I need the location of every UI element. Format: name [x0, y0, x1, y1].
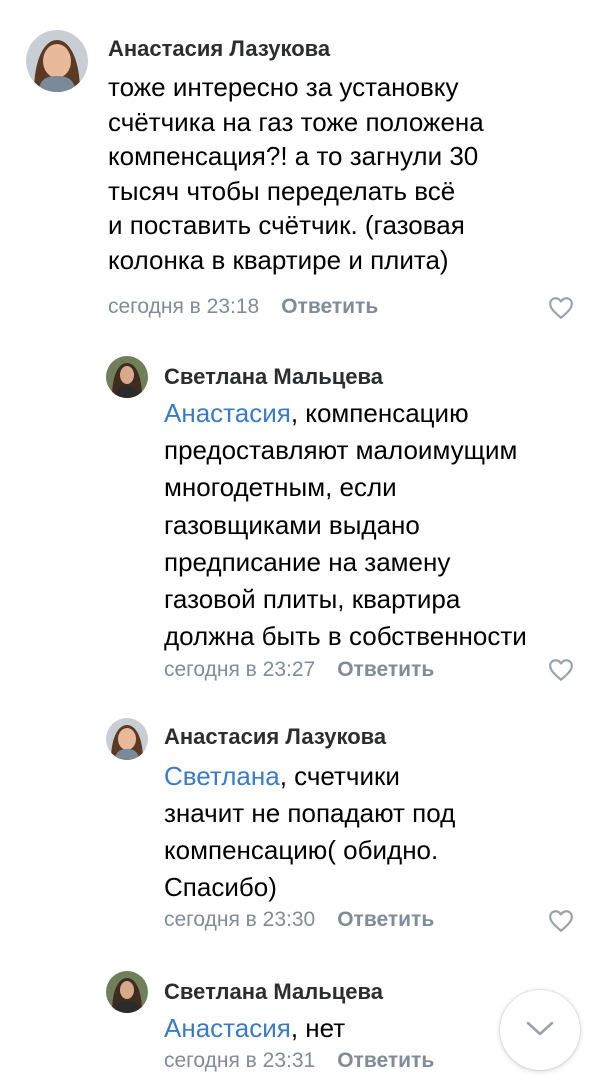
comment-text-line: тысяч чтобы переделать всё	[108, 175, 456, 206]
avatar[interactable]	[106, 356, 148, 398]
comment-text-line: и поставить счётчик. (газовая	[108, 210, 465, 240]
comment-text-fragment: , компенсацию	[290, 398, 469, 428]
comment-author[interactable]: Светлана Мальцева	[164, 364, 383, 390]
comment-text-line: предоставляют малоимущим	[164, 435, 518, 466]
comment-author[interactable]: Анастасия Лазукова	[108, 36, 330, 62]
comment-text-line: тоже интересно за установку	[108, 72, 459, 102]
comment-text-line: счётчика на газ тоже положена	[108, 106, 484, 137]
reply-button[interactable]: Ответить	[281, 295, 378, 318]
comment: Анастасия Лазукова тоже интересно за уст…	[0, 0, 600, 330]
mention-link[interactable]: Светлана	[164, 761, 280, 791]
heart-outline-icon[interactable]	[548, 909, 574, 933]
avatar[interactable]	[106, 971, 148, 1013]
comment-meta: сегодня в 23:30 Ответить	[164, 908, 434, 932]
avatar[interactable]	[106, 718, 148, 760]
comment-text-line: Светлана, счетчики	[164, 758, 455, 795]
heart-outline-icon[interactable]	[548, 658, 574, 682]
comment-reply: Светлана Мальцева Анастасия, компенсацию…	[0, 340, 600, 690]
reply-button[interactable]: Ответить	[337, 658, 434, 681]
comment-text-line: предписание на замену	[164, 546, 451, 577]
comment-text: Анастасия, компенсацию предоставляют мал…	[164, 395, 527, 655]
comment-author[interactable]: Анастасия Лазукова	[164, 724, 386, 750]
comment-text: тоже интересно за установку счётчика на …	[108, 70, 484, 277]
comment-text: Светлана, счетчики значит не попадают по…	[164, 758, 455, 906]
scroll-down-button[interactable]	[500, 990, 580, 1070]
comment-text-line: компенсацию( обидно.	[164, 835, 439, 865]
chevron-down-icon	[526, 1021, 554, 1036]
comment-text: Анастасия, нет	[164, 1010, 345, 1047]
mention-link[interactable]: Анастасия	[164, 398, 291, 428]
avatar[interactable]	[26, 30, 88, 92]
comment-text-fragment: , счетчики	[279, 761, 400, 791]
comment-meta: сегодня в 23:31 Ответить	[164, 1049, 434, 1073]
comment-text-line: Спасибо)	[164, 872, 277, 902]
mention-link[interactable]: Анастасия	[164, 1013, 291, 1043]
comment-text-line: значит не попадают под	[164, 798, 456, 828]
comment-author[interactable]: Светлана Мальцева	[164, 979, 383, 1005]
comment-meta: сегодня в 23:27 Ответить	[164, 658, 434, 682]
heart-outline-icon[interactable]	[548, 296, 574, 320]
comment-reply: Анастасия Лазукова Светлана, счетчики зн…	[0, 700, 600, 950]
comment-meta: сегодня в 23:18 Ответить	[108, 295, 378, 319]
comment-timestamp: сегодня в 23:31	[164, 1049, 316, 1072]
comment-text-line: должна быть в собственности	[164, 621, 527, 652]
comment-text-line: колонка в квартире и плита)	[108, 244, 449, 275]
comment-text-line: газовщиками выдано	[164, 509, 420, 540]
comment-timestamp: сегодня в 23:30	[164, 908, 316, 931]
reply-button[interactable]: Ответить	[337, 1049, 434, 1072]
comment-text-line: многодетным, если	[164, 472, 397, 503]
comment-text-line: газовой плиты, квартира	[164, 584, 461, 615]
comment-text-line: Анастасия, компенсацию	[164, 395, 527, 432]
comment-text-line: компенсация?! а то загнули 30	[108, 141, 479, 171]
reply-button[interactable]: Ответить	[337, 908, 434, 931]
comment-text-fragment: , нет	[290, 1013, 346, 1043]
comment-text-line: Анастасия, нет	[164, 1010, 345, 1047]
comment-timestamp: сегодня в 23:18	[108, 295, 260, 318]
comment-timestamp: сегодня в 23:27	[164, 658, 316, 681]
